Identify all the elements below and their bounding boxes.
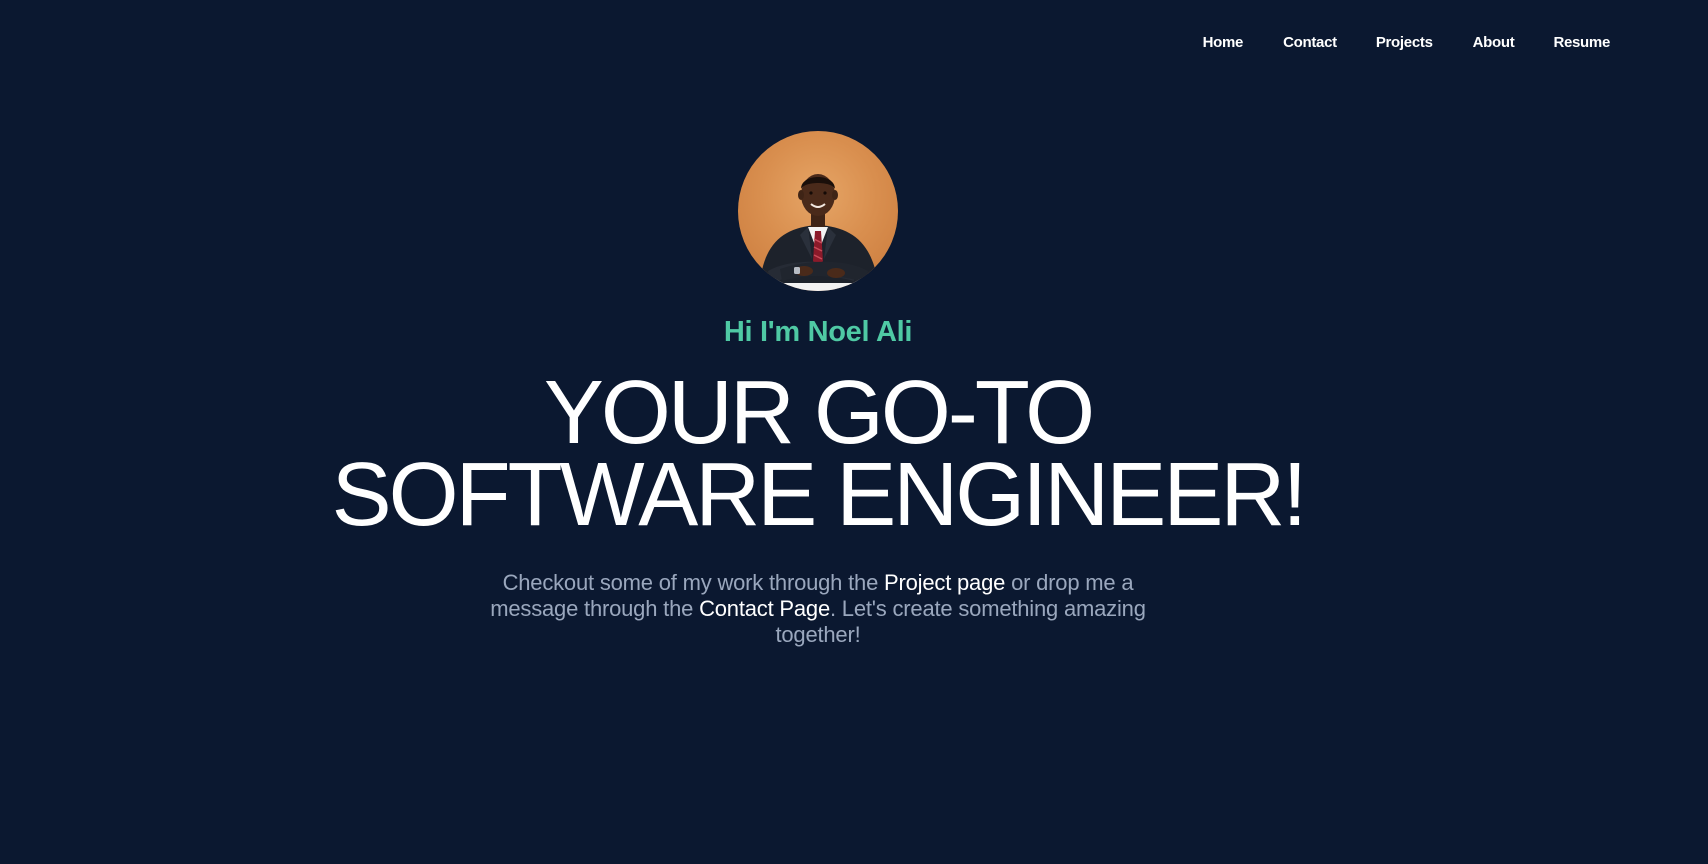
headline-line-2: SOFTWARE ENGINEER! xyxy=(331,445,1308,545)
contact-page-link[interactable]: Contact Page xyxy=(699,596,830,621)
intro-text-part-1: Checkout some of my work through the xyxy=(502,570,885,595)
nav-about-link[interactable]: About xyxy=(1473,34,1515,51)
hero-greeting: Hi I'm Noel Ali xyxy=(723,316,913,348)
hero-headline: YOUR GO-TO SOFTWARE ENGINEER! xyxy=(0,368,1636,540)
profile-avatar xyxy=(738,131,898,291)
project-page-link[interactable]: Project page xyxy=(884,570,1005,595)
nav-resume-link[interactable]: Resume xyxy=(1553,34,1610,51)
nav-contact-link[interactable]: Contact xyxy=(1283,34,1337,51)
page: Home Contact Projects About Resume Hi I'… xyxy=(0,0,1708,864)
nav-home-link[interactable]: Home xyxy=(1203,34,1244,51)
top-nav: Home Contact Projects About Resume xyxy=(1203,34,1611,51)
profile-photo-illustration xyxy=(748,174,888,291)
intro-text-part-3: . Let's create something amazing togethe… xyxy=(775,596,1146,647)
hero-intro-text: Checkout some of my work through the Pro… xyxy=(470,570,1166,648)
nav-projects-link[interactable]: Projects xyxy=(1376,34,1433,51)
